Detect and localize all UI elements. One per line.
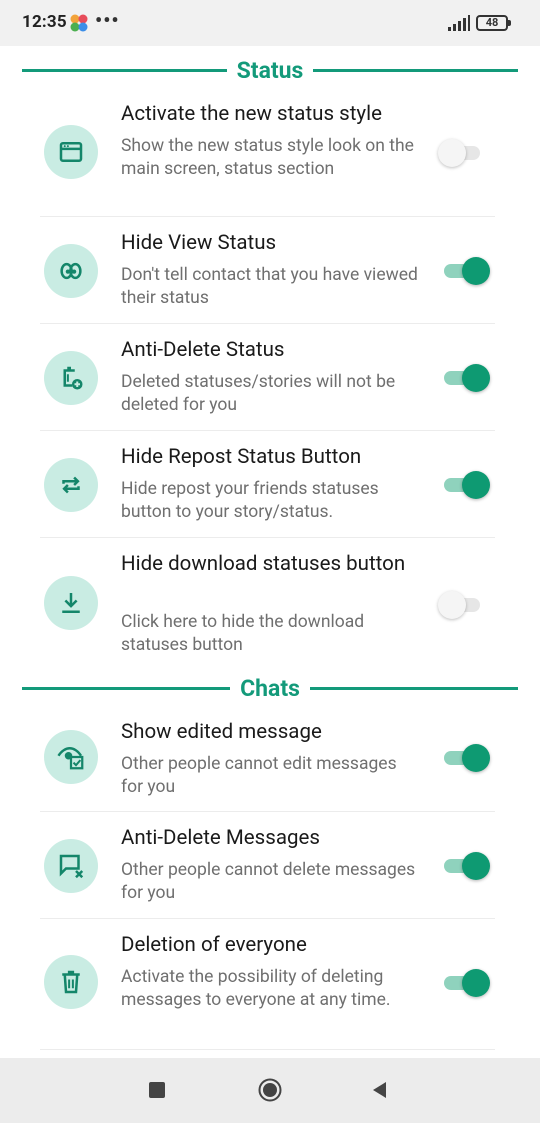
toggle-switch[interactable] <box>438 135 482 169</box>
setting-title: Hide View Status <box>121 231 277 255</box>
toggle-switch[interactable] <box>438 848 490 882</box>
toggle-switch[interactable] <box>438 253 490 287</box>
setting-description: Don't tell contact that you have viewed … <box>121 265 418 308</box>
setting-description: Deleted statuses/stories will not be del… <box>121 372 396 415</box>
repost-icon <box>44 458 98 512</box>
battery-icon: 48 <box>476 15 511 31</box>
app-notification-icon <box>70 14 88 32</box>
divider-line <box>309 686 518 690</box>
recents-button[interactable] <box>149 1082 165 1098</box>
setting-row-show-edited-message[interactable]: Show edited message Other people cannot … <box>40 708 495 812</box>
setting-title: Anti-Delete Status <box>121 338 285 362</box>
toggle-switch[interactable] <box>438 360 490 394</box>
setting-title: Activate the new status style <box>121 102 382 126</box>
trash-add-icon <box>44 351 98 405</box>
window-icon <box>44 125 98 179</box>
download-icon <box>44 576 98 630</box>
setting-title: Hide download statuses button <box>121 552 406 576</box>
setting-row-new-status-style[interactable]: Activate the new status style Show the n… <box>40 90 495 217</box>
setting-description: Show the new status style look on the ma… <box>121 136 414 179</box>
setting-row-anti-delete-status[interactable]: Anti-Delete Status Deleted statuses/stor… <box>40 324 495 431</box>
setting-row-anti-delete-messages[interactable]: Anti-Delete Messages Other people cannot… <box>40 812 495 919</box>
setting-row-hide-repost-status[interactable]: Hide Repost Status Button Hide repost yo… <box>40 431 495 538</box>
section-header-chats: Chats <box>22 673 518 703</box>
setting-title: Hide Repost Status Button <box>121 445 362 469</box>
divider-line <box>22 686 231 690</box>
setting-title: Show edited message <box>121 720 322 744</box>
setting-row-hide-download-statuses[interactable]: Hide download statuses button Click here… <box>40 538 495 658</box>
setting-row-hide-view-status[interactable]: Hide View Status Don't tell contact that… <box>40 217 495 324</box>
toggle-switch[interactable] <box>438 965 490 999</box>
toggle-switch[interactable] <box>438 467 490 501</box>
divider-line <box>313 68 519 72</box>
setting-description: Activate the possibility of deleting mes… <box>121 967 391 1010</box>
setting-description: Other people cannot edit messages for yo… <box>121 754 397 797</box>
toggle-switch[interactable] <box>438 587 482 621</box>
section-header-status: Status <box>22 55 519 85</box>
setting-row-deletion-of-everyone[interactable]: Deletion of everyone Activate the possib… <box>40 919 495 1050</box>
setting-description: Hide repost your friends statuses button… <box>121 479 379 522</box>
setting-title: Anti-Delete Messages <box>121 826 320 850</box>
signal-icon <box>448 15 470 31</box>
message-delete-icon <box>44 839 98 893</box>
back-button[interactable] <box>371 1081 389 1099</box>
divider-line <box>22 68 227 72</box>
status-bar: 12:35 ••• 48 <box>0 0 540 46</box>
setting-description: Click here to hide the download statuses… <box>121 612 365 655</box>
section-title: Status <box>236 56 304 84</box>
row-divider <box>40 1049 495 1050</box>
clock: 12:35 <box>22 12 67 32</box>
setting-description: Other people cannot delete messages for … <box>121 860 416 903</box>
setting-title: Deletion of everyone <box>121 933 307 957</box>
settings-panel[interactable]: Status Activate the new status style Sho… <box>0 46 540 1058</box>
toggle-switch[interactable] <box>438 740 490 774</box>
eyes-icon <box>44 244 98 298</box>
trash-icon <box>44 955 98 1009</box>
home-button[interactable] <box>258 1078 282 1102</box>
more-notifications-icon: ••• <box>95 8 120 32</box>
section-title: Chats <box>240 674 300 702</box>
eye-edit-icon <box>44 730 98 784</box>
